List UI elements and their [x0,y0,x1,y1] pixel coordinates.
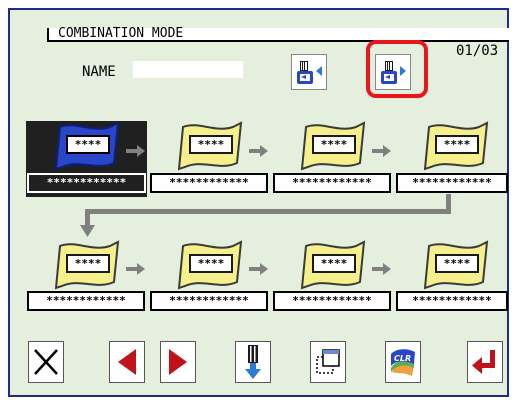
close-button[interactable] [28,341,64,383]
pattern-flag[interactable]: **** [52,240,124,292]
enter-icon [472,350,495,374]
pattern-flag-selected[interactable]: **** [52,121,124,173]
slot-name[interactable]: ************ [150,291,268,311]
flag-pattern-label: **** [189,254,233,273]
read-from-device-button[interactable] [291,54,327,90]
read-from-device-icon [295,58,323,86]
mode-title: COMBINATION MODE [58,26,184,41]
clear-button[interactable]: CLR [385,341,421,383]
sequence-arrow-icon [126,263,145,275]
flag-pattern-label: **** [312,254,356,273]
sequence-arrow-icon [249,145,268,157]
slot-name[interactable]: ************ [27,291,145,311]
pattern-flag[interactable]: **** [421,240,493,292]
previous-button[interactable] [109,341,145,383]
slot-name[interactable]: ************ [273,173,391,193]
pattern-flag[interactable]: **** [421,121,493,173]
flag-pattern-label: **** [312,135,356,154]
combination-mode-screen: COMBINATION MODE 01/03 NAME **** **** **… [0,0,519,405]
copy-pattern-button[interactable] [310,341,346,383]
sequence-arrow-icon [126,145,145,157]
previous-arrow-icon [118,349,136,375]
enter-button[interactable] [467,341,503,383]
name-label: NAME [82,64,116,80]
sequence-arrow-icon [249,263,268,275]
sequence-arrow-icon [372,263,391,275]
clear-icon: CLR [391,349,415,376]
slot-name[interactable]: ************ [150,173,268,193]
name-field[interactable] [133,61,243,78]
slot-name[interactable]: ************ [396,291,508,311]
insert-button[interactable] [235,341,271,383]
pattern-flag[interactable]: **** [175,240,247,292]
pattern-flag[interactable]: **** [298,121,370,173]
pattern-flag[interactable]: **** [175,121,247,173]
next-arrow-icon [169,349,187,375]
clear-label: CLR [394,354,411,363]
insert-down-icon [245,345,261,379]
next-button[interactable] [160,341,196,383]
flag-pattern-label: **** [66,254,110,273]
sequence-arrow-icon [372,145,391,157]
close-icon [34,349,58,375]
slot-name[interactable]: ************ [273,291,391,311]
page-indicator: 01/03 [456,43,499,59]
flag-pattern-label: **** [435,135,479,154]
pattern-flag[interactable]: **** [298,240,370,292]
slot-name-selected[interactable]: ************ [27,173,146,193]
flag-pattern-label: **** [189,135,233,154]
flag-pattern-label: **** [66,135,110,154]
flag-pattern-label: **** [435,254,479,273]
slot-name[interactable]: ************ [396,173,508,193]
copy-pattern-icon [316,349,340,374]
highlight-ring [366,40,428,98]
